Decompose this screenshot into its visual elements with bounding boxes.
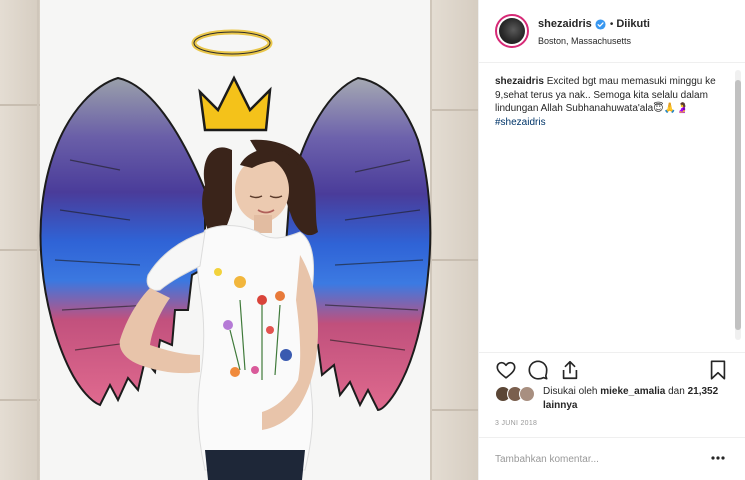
post-photo[interactable] xyxy=(0,0,478,480)
header-line: shezaidris • Diikuti xyxy=(538,18,650,30)
caption: shezaidris Excited bgt mau memasuki ming… xyxy=(495,75,717,129)
comment-icon[interactable] xyxy=(527,359,549,381)
post-image xyxy=(0,0,478,480)
bookmark-icon[interactable] xyxy=(707,359,729,381)
hashtag-link[interactable]: #shezaidris xyxy=(495,116,717,130)
post-details-panel: shezaidris • Diikuti Boston, Massachuset… xyxy=(478,0,745,480)
comment-section xyxy=(479,437,745,480)
scrollbar-thumb[interactable] xyxy=(735,80,741,330)
liker-avatars[interactable] xyxy=(495,386,541,402)
likes-prefix: Disukai oleh xyxy=(543,386,598,397)
action-bar xyxy=(479,352,745,386)
liker-username-link[interactable]: mieke_amalia xyxy=(600,386,665,397)
more-options-icon[interactable] xyxy=(710,450,726,466)
caption-emojis: 😇🙏🤰 xyxy=(653,103,689,114)
likes-and: dan xyxy=(668,386,685,397)
liker-avatar xyxy=(519,386,535,402)
caption-username[interactable]: shezaidris xyxy=(495,76,544,87)
post-header: shezaidris • Diikuti Boston, Massachuset… xyxy=(479,0,745,63)
heart-icon[interactable] xyxy=(495,359,517,381)
location-link[interactable]: Boston, Massachusetts xyxy=(538,36,631,46)
comment-input[interactable] xyxy=(495,451,695,467)
comments-scrollbar[interactable] xyxy=(735,70,741,340)
likes-text: Disukai oleh mieke_amalia dan 21,352 lai… xyxy=(543,385,735,413)
post-date[interactable]: 3 JUNI 2018 xyxy=(495,420,537,427)
share-icon[interactable] xyxy=(559,359,581,381)
separator-dot: • xyxy=(609,18,614,30)
following-button[interactable]: Diikuti xyxy=(616,18,650,30)
avatar[interactable] xyxy=(495,14,529,48)
likes-section: Disukai oleh mieke_amalia dan 21,352 lai… xyxy=(495,385,735,415)
username-link[interactable]: shezaidris xyxy=(538,18,592,30)
avatar-image xyxy=(499,18,525,44)
verified-badge-icon xyxy=(595,18,606,30)
